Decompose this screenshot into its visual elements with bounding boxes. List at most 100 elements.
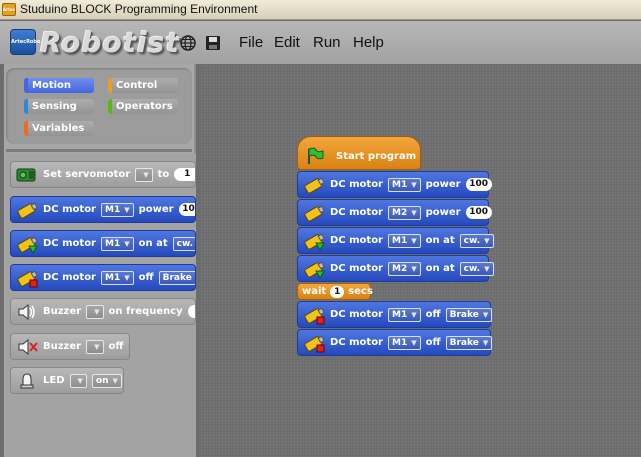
servo-angle-input[interactable]: 1 — [174, 168, 195, 181]
power-value-input[interactable]: 100 — [465, 178, 492, 191]
buzzer-port-dropdown[interactable]: ▼ — [86, 304, 104, 319]
motor-port-dropdown[interactable]: M1 ▼ — [101, 270, 134, 285]
script-block-dc-motor-power-m2[interactable]: DC motor M2 ▼ power 100 — [297, 199, 492, 226]
dc-motor-red-stop-icon — [17, 270, 38, 287]
direction-dropdown[interactable]: cw.▼ — [459, 233, 494, 248]
script-block-dc-motor-on-m1[interactable]: DC motor M1 ▼ on at cw. ▼ — [297, 227, 494, 254]
script-block-dc-motor-off-2[interactable]: DC motor M1 ▼ off Brake ▼ — [297, 329, 493, 356]
speaker-muted-icon — [18, 338, 38, 355]
menu-edit[interactable]: Edit — [274, 34, 300, 51]
wait-seconds-input[interactable]: 1 — [330, 285, 345, 298]
window-title-bar: Artec Studuino BLOCK Programming Environ… — [0, 0, 641, 20]
logo-badge: ArtecRobo — [10, 29, 40, 55]
dc-motor-red-stop-icon — [304, 307, 325, 324]
block-label: DC motor — [330, 207, 383, 218]
app-icon: Artec — [2, 3, 16, 16]
script-block-dc-motor-on-m2[interactable]: DC motor M2 ▼ on at cw. ▼ — [297, 255, 494, 282]
menu-bar: ArtecRobo Robotist File Edit Run Help — [0, 21, 641, 64]
block-label: on frequency — [108, 306, 183, 317]
power-value-input[interactable]: 100 — [178, 203, 195, 216]
motor-port-dropdown[interactable]: M1 ▼ — [388, 177, 421, 192]
block-label: Buzzer — [43, 306, 82, 317]
power-value-input[interactable]: 100 — [465, 206, 492, 219]
motor-port-dropdown[interactable]: M1 ▼ — [101, 202, 134, 217]
dc-motor-green-arrow-icon — [304, 261, 325, 279]
block-label: DC motor — [330, 179, 383, 190]
dc-motor-green-arrow-icon — [304, 233, 325, 251]
block-label: DC motor — [43, 204, 96, 215]
palette-block-dc-motor-off[interactable]: DC motor M1▼ off Brake▼ — [10, 264, 196, 291]
stop-mode-dropdown[interactable]: Brake▼ — [445, 335, 493, 350]
motor-port-dropdown[interactable]: M1 ▼ — [101, 236, 134, 251]
frequency-input[interactable]: 60 — [187, 305, 195, 318]
block-label: on at — [425, 263, 455, 274]
dc-motor-icon — [304, 205, 325, 222]
direction-dropdown[interactable]: cw.▼ — [172, 236, 195, 251]
block-label: Buzzer — [43, 341, 82, 352]
block-label: off — [425, 309, 441, 320]
block-label: power — [425, 207, 461, 218]
window-title: Studuino BLOCK Programming Environment — [20, 2, 258, 16]
palette-block-dc-motor-on[interactable]: DC motor M1▼ on at cw.▼ — [10, 230, 196, 257]
category-control[interactable]: Control — [108, 78, 178, 93]
led-port-dropdown[interactable]: ▼ — [69, 373, 87, 388]
led-icon — [20, 372, 34, 388]
block-label: DC motor — [43, 238, 96, 249]
stop-mode-dropdown[interactable]: Brake▼ — [158, 270, 195, 285]
script-block-dc-motor-off-1[interactable]: DC motor M1 ▼ off Brake ▼ — [297, 301, 493, 328]
logo-text: Robotist — [40, 26, 180, 59]
globe-icon[interactable] — [179, 34, 197, 52]
palette-block-set-servomotor[interactable]: Set servomotor ▼ to 1 — [10, 161, 196, 188]
block-label: DC motor — [330, 337, 383, 348]
start-program-hat-block[interactable]: Start program — [297, 136, 421, 170]
block-label: power — [138, 204, 174, 215]
dc-motor-icon — [304, 177, 325, 194]
block-label: DC motor — [330, 235, 383, 246]
category-motion[interactable]: Motion — [24, 78, 94, 93]
palette-block-buzzer-on[interactable]: Buzzer ▼ on frequency 60 — [10, 298, 196, 325]
block-label: Set servomotor — [43, 169, 131, 180]
block-label: DC motor — [43, 272, 96, 283]
block-label: on at — [138, 238, 168, 249]
category-variables[interactable]: Variables — [24, 121, 94, 136]
motor-port-dropdown[interactable]: M1 ▼ — [388, 307, 421, 322]
wait-unit-label: secs — [348, 286, 373, 297]
category-sensing[interactable]: Sensing — [24, 99, 94, 114]
block-label: DC motor — [330, 263, 383, 274]
servomotor-icon — [16, 168, 36, 181]
motor-port-dropdown[interactable]: M1 ▼ — [388, 335, 421, 350]
buzzer-port-dropdown[interactable]: ▼ — [86, 339, 104, 354]
menu-file[interactable]: File — [239, 34, 263, 51]
stop-mode-dropdown[interactable]: Brake▼ — [445, 307, 493, 322]
led-state-dropdown[interactable]: on ▼ — [91, 373, 122, 388]
block-label: off — [425, 337, 441, 348]
save-disk-icon[interactable] — [204, 34, 222, 52]
robotist-logo: ArtecRobo Robotist — [10, 26, 179, 59]
block-label: off — [138, 272, 154, 283]
block-label: power — [425, 179, 461, 190]
block-label: to — [157, 169, 170, 180]
menu-run[interactable]: Run — [313, 34, 341, 51]
motor-port-dropdown[interactable]: M2 ▼ — [388, 205, 421, 220]
palette-block-buzzer-off[interactable]: Buzzer ▼ off — [10, 333, 130, 360]
block-label: on at — [425, 235, 455, 246]
motor-port-dropdown[interactable]: M1 ▼ — [388, 233, 421, 248]
script-block-dc-motor-power-m1[interactable]: DC motor M1 ▼ power 100 — [297, 171, 492, 198]
dc-motor-icon — [17, 202, 38, 219]
hat-label: Start program — [336, 151, 417, 162]
menu-help[interactable]: Help — [353, 34, 384, 51]
block-label: LED — [43, 375, 65, 386]
category-operators[interactable]: Operators — [108, 99, 178, 114]
block-label: DC motor — [330, 309, 383, 320]
wait-label: wait — [302, 286, 327, 297]
speaker-icon — [18, 303, 35, 320]
motor-port-dropdown[interactable]: M2 ▼ — [388, 261, 421, 276]
wait-secs-block[interactable]: wait 1 secs — [297, 283, 373, 300]
palette-block-led[interactable]: LED ▼ on ▼ — [10, 367, 124, 394]
dc-motor-green-arrow-icon — [17, 236, 38, 254]
palette-block-dc-motor-power[interactable]: DC motor M1▼ power 100 — [10, 196, 196, 223]
green-flag-icon — [308, 147, 324, 164]
direction-dropdown[interactable]: cw.▼ — [459, 261, 494, 276]
servo-port-dropdown[interactable]: ▼ — [135, 167, 153, 182]
palette-divider — [6, 149, 192, 152]
